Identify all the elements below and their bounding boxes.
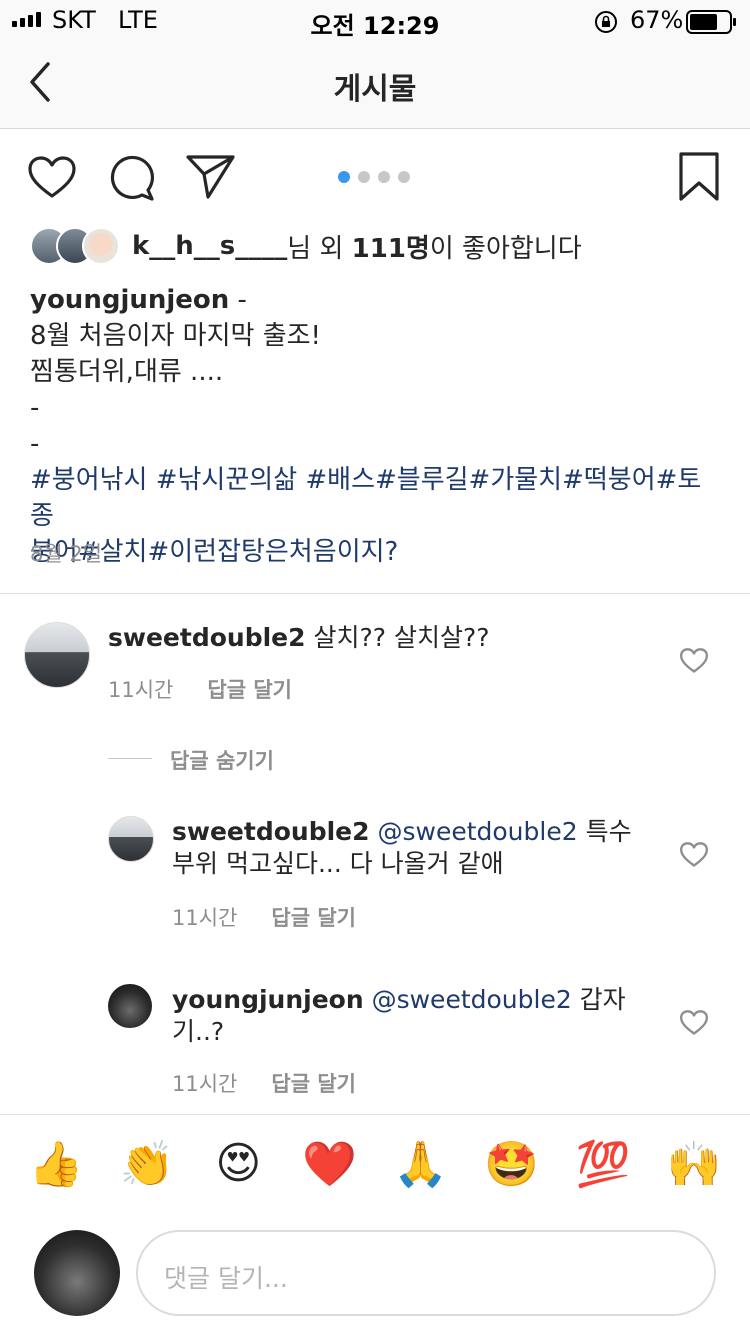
divider xyxy=(0,1114,750,1115)
emoji-raised-hands-button[interactable]: 🙌 xyxy=(666,1138,722,1190)
caption-line: - xyxy=(30,393,40,423)
comment-input-placeholder: 댓글 달기... xyxy=(164,1264,288,1293)
carousel-dot xyxy=(378,171,390,183)
emoji-heart-button[interactable]: ❤️ xyxy=(301,1138,357,1190)
battery-icon xyxy=(686,10,736,34)
reply-username[interactable]: sweetdouble2 xyxy=(172,817,370,846)
emoji-quick-bar: 👍 👏 😍 ❤️ 🙏 🤩 💯 🙌 xyxy=(0,1138,750,1190)
likes-mid-text: 님 외 xyxy=(287,233,352,264)
reply-time: 11시간 xyxy=(172,906,238,930)
reply-mention[interactable]: @sweetdouble2 xyxy=(364,985,572,1014)
emoji-pray-button[interactable]: 🙏 xyxy=(393,1138,449,1190)
like-heart-icon[interactable] xyxy=(28,156,76,200)
emoji-clap-button[interactable]: 👏 xyxy=(119,1138,175,1190)
comment-meta: 11시간 답글 달기 xyxy=(108,674,292,704)
comment-body: 살치?? 살치살?? xyxy=(305,623,490,652)
page-title: 게시물 xyxy=(333,72,417,107)
likes-count[interactable]: 111명 xyxy=(352,228,430,265)
reply-meta: 11시간 답글 달기 xyxy=(172,902,356,932)
reply-time: 11시간 xyxy=(172,1072,238,1096)
caption-line: 8월 처음이자 마지막 출조! xyxy=(30,321,321,351)
caption-separator: - xyxy=(229,285,247,315)
hide-replies-button[interactable]: 답글 숨기기 xyxy=(170,745,274,775)
caption-hashtags[interactable]: #붕어낚시 #낚시꾼의삶 #배스#블루길#가물치#떡붕어#토종 xyxy=(30,462,720,534)
comment-username[interactable]: sweetdouble2 xyxy=(108,623,306,652)
reply-mention[interactable]: @sweetdouble2 xyxy=(370,817,577,846)
orientation-lock-icon xyxy=(595,11,617,33)
reply-body: 특수 xyxy=(577,817,632,846)
reply-button[interactable]: 답글 달기 xyxy=(207,674,292,704)
post-caption: youngjunjeon - 8월 처음이자 마지막 출조! 찜통더위,대류 .… xyxy=(30,282,720,570)
carousel-dot xyxy=(358,171,370,183)
current-user-avatar xyxy=(34,1230,120,1316)
reply-like-icon[interactable] xyxy=(680,842,708,868)
comment-time: 11시간 xyxy=(108,678,174,702)
liker-avatar xyxy=(82,227,120,265)
reply-meta: 11시간 답글 달기 xyxy=(172,1068,356,1098)
carousel-indicator xyxy=(338,171,410,183)
battery-percent: 67% xyxy=(630,6,684,34)
caption-line: 찜통더위,대류 .... xyxy=(30,357,224,387)
carousel-dot xyxy=(398,171,410,183)
emoji-star-struck-button[interactable]: 🤩 xyxy=(484,1138,540,1190)
reply-body: 기..? xyxy=(172,1017,225,1046)
emoji-100-button[interactable]: 💯 xyxy=(575,1138,631,1190)
emoji-thumbs-up-button[interactable]: 👍 xyxy=(28,1138,84,1190)
share-send-icon[interactable] xyxy=(186,154,236,200)
reply-body: 부위 먹고싶다... 다 나올거 같애 xyxy=(172,849,504,878)
bookmark-icon[interactable] xyxy=(678,152,720,202)
reply-text: sweetdouble2 @sweetdouble2 특수 부위 먹고싶다...… xyxy=(172,816,652,880)
comment-bubble-icon[interactable] xyxy=(108,154,156,202)
divider xyxy=(0,593,750,594)
avatar[interactable] xyxy=(24,622,90,688)
post-date: 8월 2일 xyxy=(30,542,103,566)
hide-replies-line xyxy=(108,758,152,759)
reply-body: 갑자 xyxy=(571,985,626,1014)
reply-text: youngjunjeon @sweetdouble2 갑자 기..? xyxy=(172,984,652,1048)
avatar[interactable] xyxy=(108,984,152,1028)
avatar[interactable] xyxy=(108,816,154,862)
reply-button[interactable]: 답글 달기 xyxy=(271,1068,356,1098)
emoji-heart-eyes-button[interactable]: 😍 xyxy=(210,1138,266,1190)
caption-username[interactable]: youngjunjeon xyxy=(30,285,229,315)
likes-summary[interactable]: k__h__s____ 님 외 111명 이 좋아합니다 xyxy=(30,227,582,265)
caption-hashtags[interactable]: 붕어#살치#이런잡탕은처음이지? xyxy=(30,534,720,570)
comment-like-icon[interactable] xyxy=(680,648,708,674)
caption-line: - xyxy=(30,429,40,459)
carousel-dot-active xyxy=(338,171,350,183)
reply-button[interactable]: 답글 달기 xyxy=(271,902,356,932)
reply-username[interactable]: youngjunjeon xyxy=(172,985,364,1014)
likes-suffix: 이 좋아합니다 xyxy=(429,233,582,264)
liker-username[interactable]: k__h__s____ xyxy=(132,231,287,261)
comment-text: sweetdouble2 살치?? 살치살?? xyxy=(108,622,668,654)
reply-like-icon[interactable] xyxy=(680,1010,708,1036)
